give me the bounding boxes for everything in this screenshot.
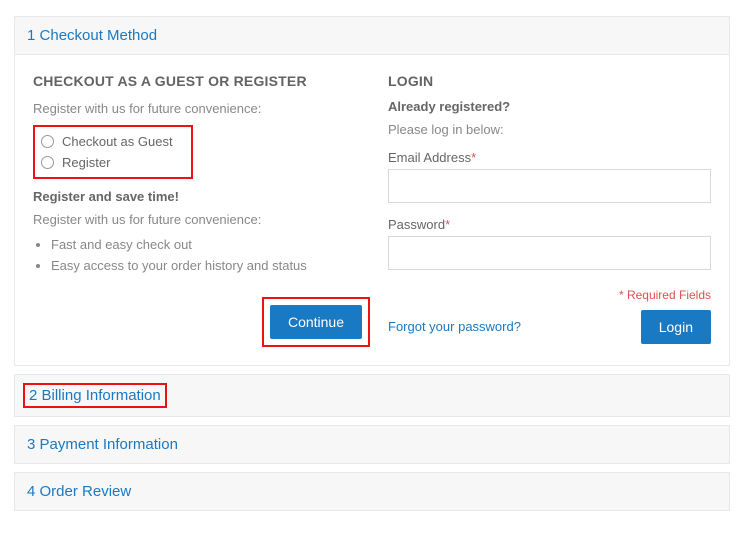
checkout-step-method: 1 Checkout Method CHECKOUT AS A GUEST OR… <box>14 16 730 366</box>
login-column: LOGIN Already registered? Please log in … <box>388 73 711 347</box>
radio-label-guest: Checkout as Guest <box>62 134 173 149</box>
step-body-method: CHECKOUT AS A GUEST OR REGISTER Register… <box>15 55 729 365</box>
radio-icon <box>41 156 54 169</box>
required-fields-note: * Required Fields <box>388 288 711 302</box>
email-field[interactable] <box>388 169 711 203</box>
checkout-type-radio-group: Checkout as Guest Register <box>33 125 193 179</box>
step-title: Payment Information <box>40 436 178 453</box>
login-heading: LOGIN <box>388 73 711 89</box>
already-registered: Already registered? <box>388 99 711 114</box>
benefit-item: Fast and easy check out <box>51 235 370 256</box>
checkout-step-review: 4 Order Review <box>14 472 730 511</box>
step-num: 2 <box>29 387 37 404</box>
guest-register-column: CHECKOUT AS A GUEST OR REGISTER Register… <box>33 73 388 347</box>
email-label: Email Address* <box>388 150 711 165</box>
checkout-step-payment: 3 Payment Information <box>14 425 730 464</box>
step-num: 3 <box>27 436 35 453</box>
radio-register[interactable]: Register <box>41 152 185 173</box>
step-header-payment[interactable]: 3 Payment Information <box>15 426 729 463</box>
step-header-review[interactable]: 4 Order Review <box>15 473 729 510</box>
billing-highlight: 2 Billing Information <box>23 383 167 408</box>
login-button[interactable]: Login <box>641 310 711 344</box>
continue-highlight: Continue <box>262 297 370 347</box>
guest-intro: Register with us for future convenience: <box>33 99 370 119</box>
continue-button[interactable]: Continue <box>270 305 362 339</box>
register-sub-intro: Register with us for future convenience: <box>33 210 370 230</box>
radio-label-register: Register <box>62 155 110 170</box>
step-title: Billing Information <box>42 387 161 404</box>
step-title: Checkout Method <box>40 27 158 44</box>
please-login: Please log in below: <box>388 120 711 140</box>
radio-icon <box>41 135 54 148</box>
radio-checkout-as-guest[interactable]: Checkout as Guest <box>41 131 185 152</box>
step-num: 4 <box>27 483 35 500</box>
benefits-list: Fast and easy check out Easy access to y… <box>33 235 370 277</box>
benefit-item: Easy access to your order history and st… <box>51 256 370 277</box>
step-num: 1 <box>27 27 35 44</box>
step-header-method[interactable]: 1 Checkout Method <box>15 17 729 55</box>
step-header-billing[interactable]: 2 Billing Information <box>15 375 729 416</box>
checkout-step-billing: 2 Billing Information <box>14 374 730 417</box>
password-label: Password* <box>388 217 711 232</box>
guest-heading: CHECKOUT AS A GUEST OR REGISTER <box>33 73 370 89</box>
step-title: Order Review <box>40 483 132 500</box>
forgot-password-link[interactable]: Forgot your password? <box>388 319 521 334</box>
register-save-time: Register and save time! <box>33 189 370 204</box>
password-field[interactable] <box>388 236 711 270</box>
